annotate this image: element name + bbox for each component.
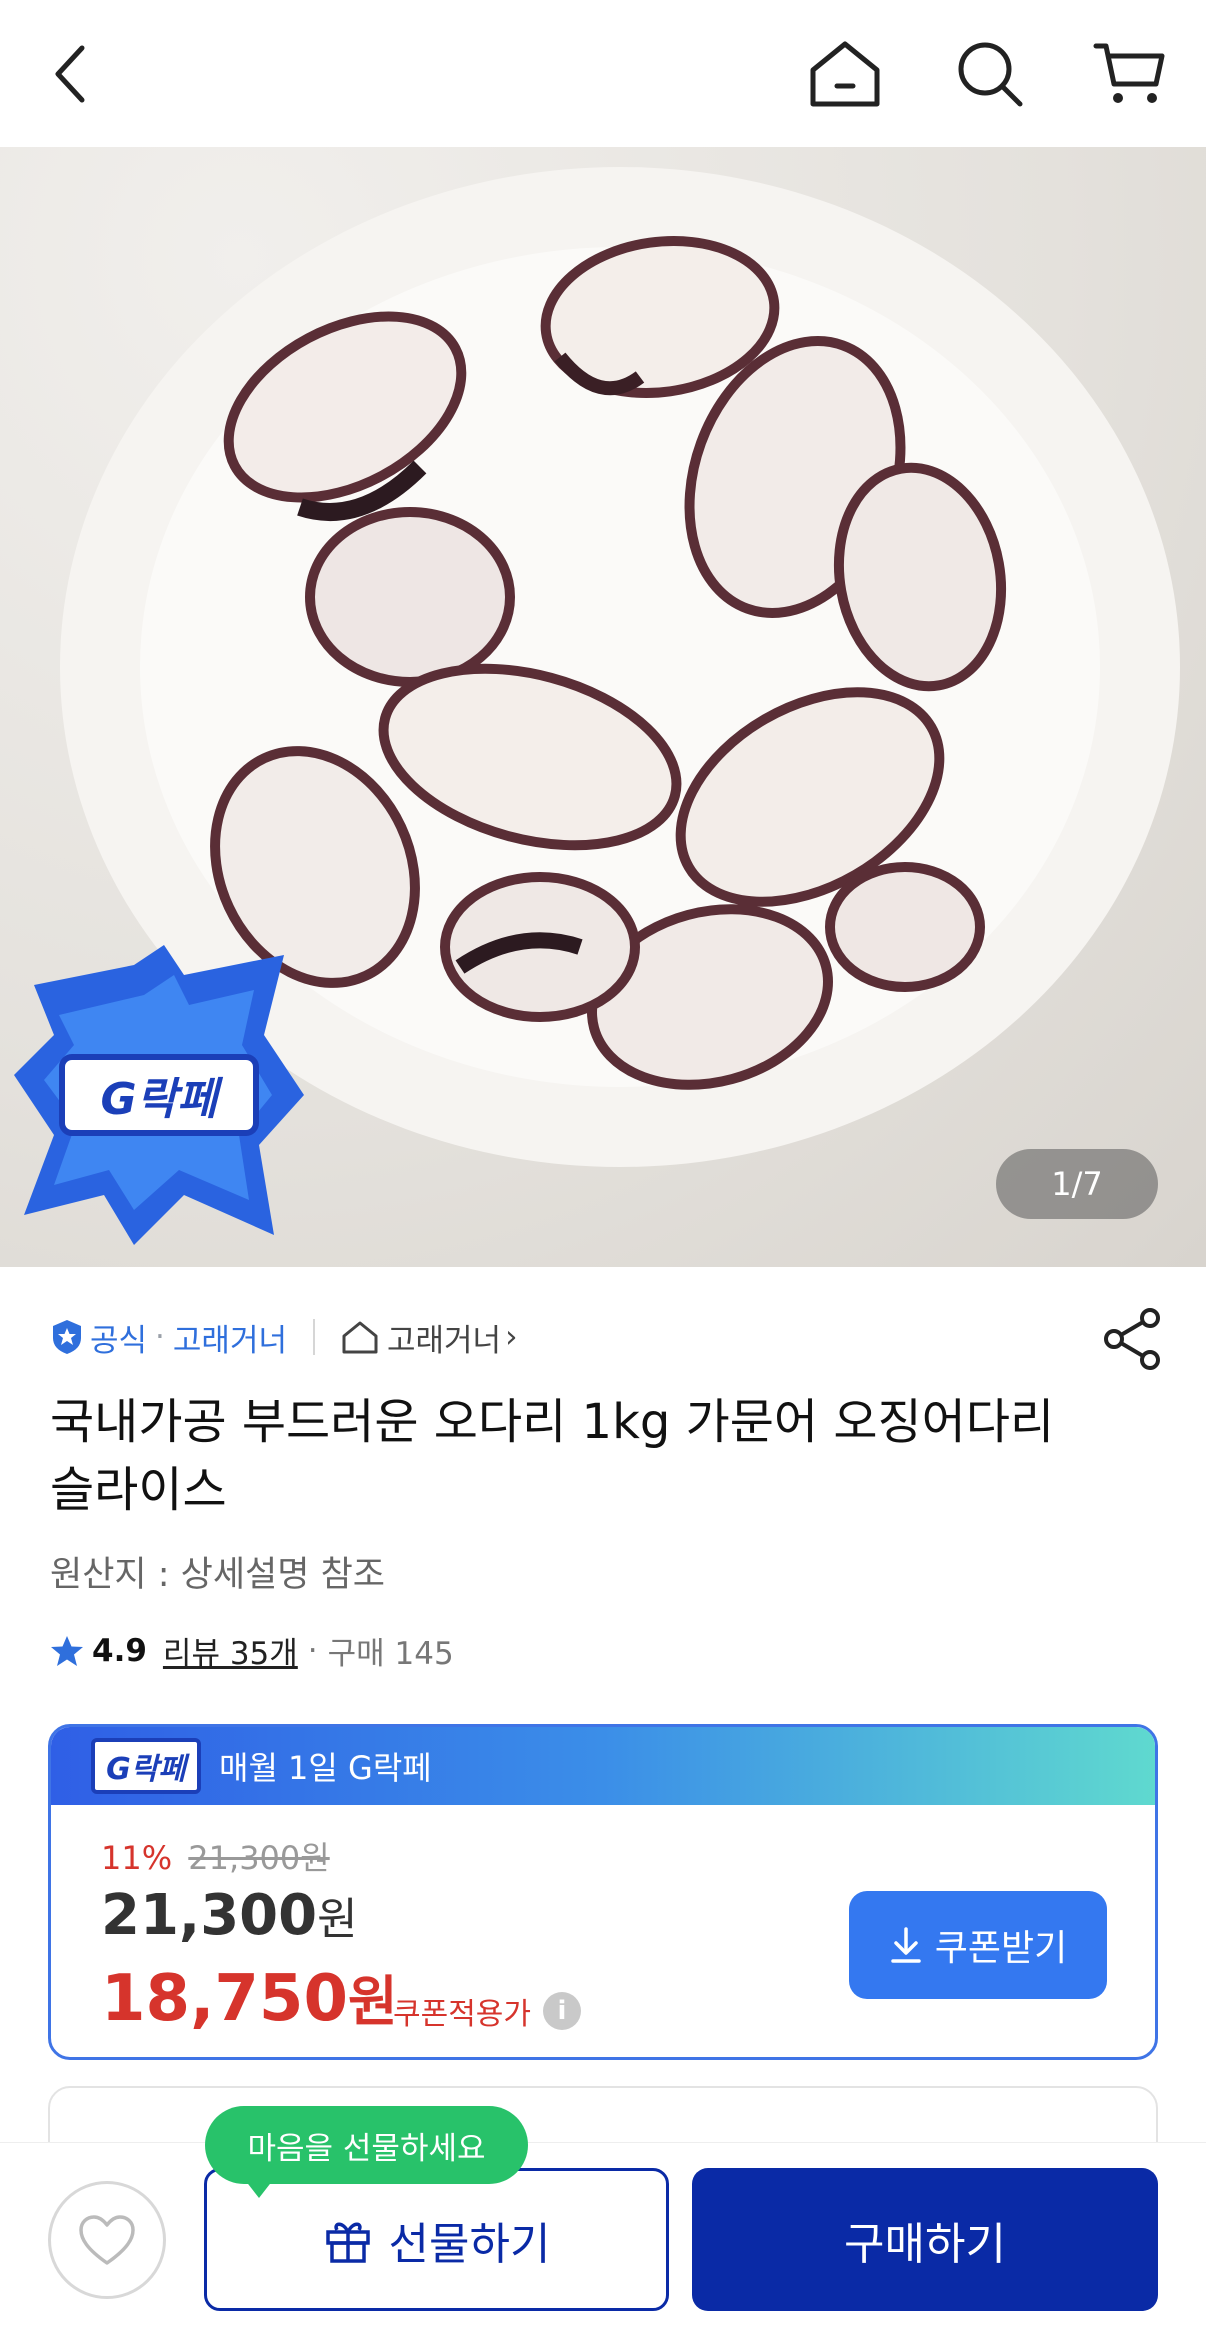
official-badge[interactable]: 공식 · 고래거너 [50, 1315, 287, 1360]
promo-banner-text: 매월 1일 G락페 [219, 1749, 432, 1787]
chevron-right-icon: › [505, 1319, 518, 1355]
cart-button[interactable] [1090, 34, 1170, 114]
brand-name: 고래거너 [172, 1322, 287, 1359]
bottom-action-bar: 선물하기 구매하기 [0, 2142, 1206, 2334]
shop-link[interactable]: 고래거너 › [341, 1315, 518, 1360]
search-button[interactable] [950, 34, 1030, 114]
product-image-carousel[interactable]: G락페 1/7 [0, 147, 1206, 1267]
seller-row: 공식 · 고래거너 고래거너 › [50, 1310, 518, 1364]
download-icon [891, 1927, 921, 1963]
coupon-applied-note: 쿠폰적용가 i [393, 1989, 581, 2033]
regular-price: 21,300원 [101, 1883, 358, 1948]
rating-row: 4.9 리뷰 35개 · 구매 145 [50, 1628, 454, 1673]
home-icon [810, 41, 880, 107]
purchase-count: 구매 145 [327, 1636, 454, 1672]
coupon-price: 18,750원 [101, 1962, 398, 2036]
gift-icon [325, 2222, 370, 2263]
get-coupon-button[interactable]: 쿠폰받기 [849, 1891, 1107, 1999]
rating-score: 4.9 [92, 1632, 147, 1669]
original-price: 21,300원 [188, 1839, 330, 1877]
info-icon[interactable]: i [543, 1992, 581, 2030]
back-button[interactable] [30, 34, 110, 114]
official-label: 공식 [90, 1322, 148, 1359]
gift-button[interactable]: 선물하기 [204, 2168, 669, 2311]
reviews-link[interactable]: 리뷰 35개 [163, 1628, 298, 1673]
search-icon [958, 42, 1023, 107]
store-icon [342, 1321, 378, 1354]
home-button[interactable] [805, 34, 885, 114]
share-icon [1104, 1308, 1160, 1370]
promo-badge: G락페 [91, 1738, 201, 1794]
discount-line: 11% 21,300원 [101, 1833, 330, 1879]
top-navigation-bar [0, 0, 1206, 147]
promo-price-card: G락페 매월 1일 G락페 11% 21,300원 21,300원 18,750… [48, 1724, 1158, 2060]
share-button[interactable] [1100, 1306, 1166, 1372]
shop-name: 고래거너 [387, 1322, 502, 1359]
buy-button[interactable]: 구매하기 [692, 2168, 1158, 2311]
g-festival-badge: G락페 [14, 945, 304, 1245]
gift-tooltip: 마음을 선물하세요 [205, 2106, 528, 2198]
badge-label: G락페 [100, 1074, 218, 1125]
divider [313, 1319, 315, 1355]
chevron-left-icon [55, 45, 85, 103]
star-icon [51, 1635, 83, 1666]
image-counter: 1/7 [996, 1149, 1158, 1219]
wishlist-button[interactable] [48, 2181, 166, 2299]
origin-info: 원산지 : 상세설명 참조 [50, 1555, 385, 1595]
heart-icon [79, 2215, 135, 2265]
discount-percent: 11% [101, 1839, 173, 1877]
cart-icon [1093, 43, 1165, 103]
promo-banner: G락페 매월 1일 G락페 [51, 1727, 1155, 1805]
product-title: 국내가공 부드러운 오다리 1kg 가문어 오징어다리 슬라이스 [50, 1394, 1055, 1518]
shield-icon [53, 1320, 81, 1354]
